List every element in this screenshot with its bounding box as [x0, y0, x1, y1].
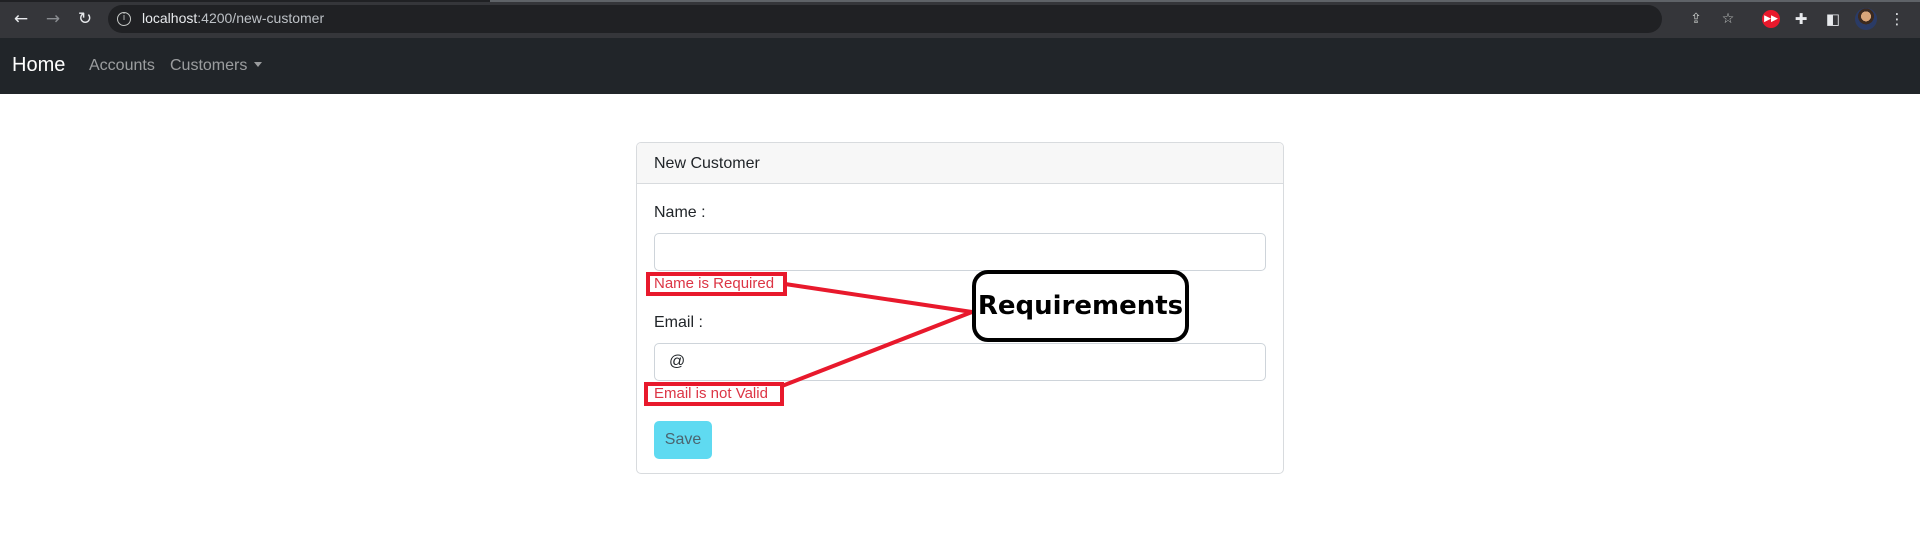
profile-avatar[interactable]	[1855, 8, 1877, 30]
name-input[interactable]	[654, 233, 1266, 271]
tab-strip-shade	[490, 0, 1920, 2]
star-icon[interactable]: ☆	[1720, 11, 1736, 27]
url-host: localhost	[142, 10, 198, 26]
reload-icon[interactable]: ↻	[75, 9, 95, 29]
extension-red-icon[interactable]: ▶▶	[1762, 10, 1780, 28]
forward-arrow-icon[interactable]: →	[43, 9, 63, 29]
caret-down-icon	[254, 62, 263, 67]
email-label: Email :	[654, 314, 703, 331]
info-icon[interactable]: i	[117, 12, 131, 26]
puzzle-icon[interactable]: ✚	[1791, 9, 1811, 29]
navbar-brand-home[interactable]: Home	[12, 54, 65, 77]
menu-kebab-icon[interactable]: ⋮	[1887, 9, 1907, 29]
nav-link-accounts[interactable]: Accounts	[89, 57, 155, 75]
back-arrow-icon[interactable]: ←	[11, 9, 31, 29]
save-button[interactable]: Save	[654, 421, 712, 459]
name-label: Name :	[654, 204, 706, 221]
requirements-callout: Requirements	[972, 270, 1189, 342]
app-navbar: Home Accounts Customers	[0, 38, 1920, 94]
sidepanel-icon[interactable]: ◧	[1823, 9, 1843, 29]
name-error: Name is Required	[654, 275, 775, 292]
card-title: New Customer	[637, 143, 1283, 184]
nav-dropdown-customers-label: Customers	[170, 57, 248, 74]
address-bar[interactable]: i localhost:4200/new-customer ⇪ ☆	[108, 5, 1734, 33]
email-error: Email is not Valid	[654, 385, 768, 402]
email-input[interactable]	[654, 343, 1266, 381]
url-text[interactable]: localhost:4200/new-customer	[142, 10, 324, 26]
browser-toolbar: ← → ↻ i localhost:4200/new-customer ⇪ ☆ …	[0, 0, 1920, 38]
url-path: :4200/new-customer	[197, 10, 325, 26]
nav-dropdown-customers[interactable]: Customers	[170, 57, 263, 75]
share-icon[interactable]: ⇪	[1688, 11, 1704, 27]
